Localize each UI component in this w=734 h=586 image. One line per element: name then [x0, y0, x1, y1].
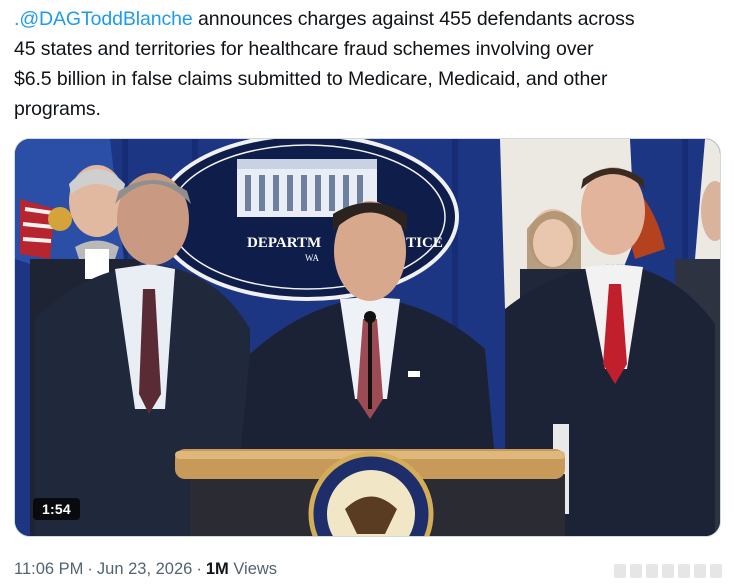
tweet-line-2: 45 states and territories for healthcare… — [14, 38, 594, 60]
mention-link[interactable]: .@DAGToddBlanche — [14, 8, 193, 30]
tweet-meta: 11:06 PM · Jun 23, 2026 · 1M Views — [14, 560, 277, 579]
podium — [175, 449, 565, 536]
tweet-line-1: .@DAGToddBlanche announces charges again… — [14, 4, 726, 34]
views-count: 1M — [205, 560, 229, 578]
banner-text-sub: WA — [305, 253, 319, 263]
meta-separator: · — [196, 560, 202, 578]
tweet-line-1-text: announces charges against 455 defendants… — [192, 8, 635, 30]
video-frame: DEPARTM USTICE WA — [15, 139, 720, 536]
tweet-line-4: programs. — [14, 98, 101, 120]
tweet-text: .@DAGToddBlanche announces charges again… — [14, 4, 726, 124]
tweet-line-3: $6.5 billion in false claims submitted t… — [14, 68, 608, 90]
video-player[interactable]: DEPARTM USTICE WA 1:54 — [14, 138, 721, 537]
tweet-time[interactable]: 11:06 PM — [14, 560, 83, 578]
views-label: Views — [228, 560, 278, 578]
video-duration-badge: 1:54 — [33, 498, 80, 520]
watermark-logo — [614, 564, 722, 578]
banner-text-left: DEPARTM — [247, 235, 321, 251]
tweet-date[interactable]: Jun 23, 2026 — [97, 560, 192, 578]
doj-banner: DEPARTM USTICE WA — [155, 139, 459, 301]
meta-separator: · — [87, 560, 93, 578]
